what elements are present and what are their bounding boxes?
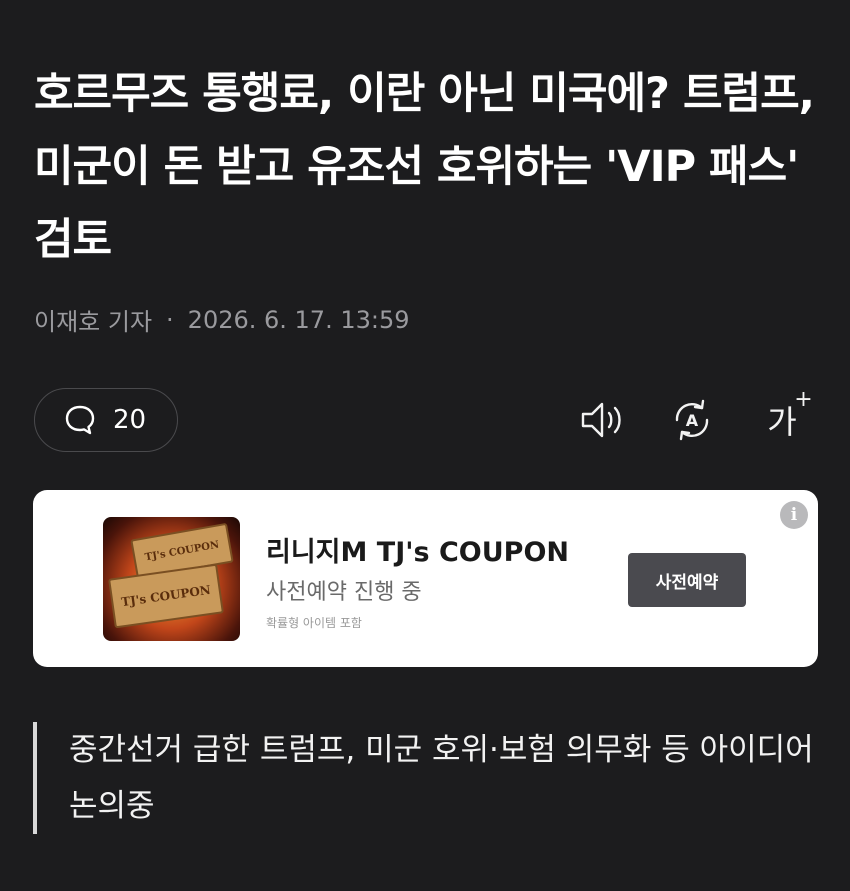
font-size-icon: 가 + [767,387,812,443]
article-page: 호르무즈 통행료, 이란 아닌 미국에? 트럼프, 미군이 돈 받고 유조선 호… [0,0,850,891]
reporter-name[interactable]: 이재호 기자 [34,302,152,337]
article-headline: 호르무즈 통행료, 이란 아닌 미국에? 트럼프, 미군이 돈 받고 유조선 호… [34,69,815,265]
ad-preregister-button[interactable]: 사전예약 [628,553,746,607]
coupon-ticket-image: TJ's COUPON [108,563,224,629]
ad-thumbnail: TJ's COUPON TJ's COUPON [103,517,240,641]
speaker-icon [581,402,621,438]
publish-date: 2026. 6. 17. 13:59 [187,305,410,334]
ad-banner[interactable]: TJ's COUPON TJ's COUPON 리니지M TJ's COUPON… [33,490,818,667]
ad-info-icon[interactable]: i [780,501,808,529]
translate-icon: A [675,399,709,441]
font-size-label: 가 [767,403,797,441]
comment-count: 20 [113,405,147,435]
comment-button[interactable]: 20 [34,388,178,452]
font-size-button[interactable]: 가 + [758,387,812,444]
font-size-plus: + [794,387,813,412]
text-to-speech-button[interactable] [578,396,626,444]
ad-subtitle: 사전예약 진행 중 [266,580,422,605]
translate-button[interactable]: A [668,396,716,444]
byline: 이재호 기자 · 2026. 6. 17. 13:59 [34,302,410,337]
byline-separator: · [166,305,174,334]
ad-disclaimer: 확률형 아이템 포함 [266,616,362,630]
article-subheading: 중간선거 급한 트럼프, 미군 호위·보험 의무화 등 아이디어 논의중 [33,722,823,834]
ad-title: 리니지M TJ's COUPON [266,537,570,568]
speech-bubble-icon [65,405,95,435]
svg-text:A: A [686,411,699,430]
